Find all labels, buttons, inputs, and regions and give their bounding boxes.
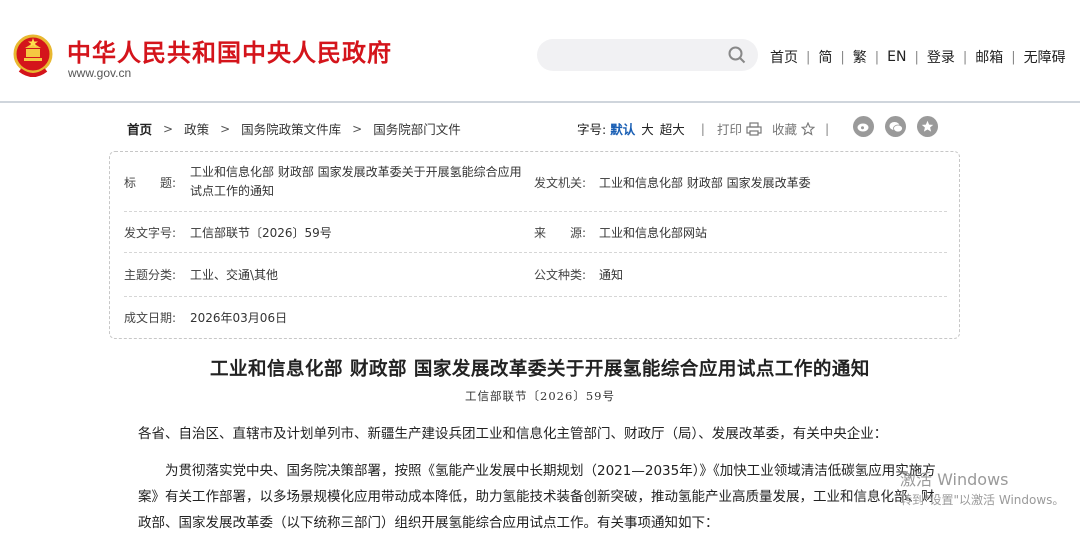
- info-docno-label: 发文字号:: [124, 226, 177, 240]
- windows-activation-watermark: 激活 Windows 转到"设置"以激活 Windows。: [900, 470, 1064, 510]
- document-info-box: 标 题: 工业和信息化部 财政部 国家发展改革委关于开展氢能综合应用 试点工作的…: [109, 151, 960, 339]
- info-docno-value: 工信部联节〔2026〕59号: [190, 226, 332, 240]
- national-emblem-icon[interactable]: [12, 34, 54, 78]
- info-topic-value: 工业、交通\其他: [190, 268, 279, 282]
- watermark-line2: 转到"设置"以激活 Windows。: [900, 493, 1065, 507]
- info-issuer-label: 发文机关:: [534, 176, 587, 190]
- info-doctype-label: 公文种类:: [534, 268, 587, 282]
- nav-separator: |: [962, 49, 968, 65]
- share-bar: [853, 116, 938, 137]
- breadcrumb: 首页 > 政策 > 国务院政策文件库 > 国务院部门文件: [127, 119, 461, 138]
- info-row-topic: 主题分类: 工业、交通\其他 公文种类: 通知: [124, 253, 947, 297]
- info-date-value: 2026年03月06日: [190, 311, 288, 325]
- info-issuer-value: 工业和信息化部 财政部 国家发展改革委: [599, 176, 811, 190]
- breadcrumb-department-docs[interactable]: 国务院部门文件: [373, 119, 461, 138]
- info-date-label: 成文日期:: [124, 311, 177, 325]
- chevron-right-icon: >: [220, 121, 231, 136]
- info-title-value-line1: 工业和信息化部 财政部 国家发展改革委关于开展氢能综合应用: [190, 165, 522, 179]
- nav-english[interactable]: EN: [887, 49, 906, 65]
- nav-home[interactable]: 首页: [770, 47, 798, 67]
- font-size-default[interactable]: 默认: [610, 119, 635, 138]
- nav-accessibility[interactable]: 无障碍: [1024, 47, 1066, 67]
- favorite-button[interactable]: 收藏: [772, 119, 797, 138]
- nav-separator: |: [806, 49, 811, 65]
- top-nav: 首页 | 简 | 繁 | EN | 登录 | 邮箱 | 无障碍: [770, 47, 1066, 67]
- nav-login[interactable]: 登录: [927, 47, 955, 67]
- weibo-icon[interactable]: [853, 116, 874, 137]
- nav-simplified[interactable]: 简: [818, 47, 832, 67]
- chevron-right-icon: >: [352, 121, 363, 136]
- star-icon[interactable]: [917, 116, 938, 137]
- info-title-value-line2: 试点工作的通知: [190, 184, 275, 198]
- nav-separator: |: [1011, 49, 1016, 65]
- font-size-large[interactable]: 大: [641, 119, 654, 138]
- nav-traditional[interactable]: 繁: [853, 47, 867, 67]
- star-outline-icon[interactable]: [801, 121, 816, 136]
- nav-separator: |: [840, 49, 845, 65]
- tools-separator: |: [825, 121, 830, 136]
- info-row-docno: 发文字号: 工信部联节〔2026〕59号 来 源: 工业和信息化部网站: [124, 212, 947, 253]
- search-input[interactable]: [537, 39, 758, 71]
- watermark-line1: 激活 Windows: [900, 470, 1009, 489]
- info-source-label: 来 源:: [534, 226, 587, 240]
- info-topic-label: 主题分类:: [124, 268, 177, 282]
- font-size-label: 字号:: [577, 122, 607, 137]
- breadcrumb-policy-library[interactable]: 国务院政策文件库: [241, 119, 341, 138]
- info-source-value: 工业和信息化部网站: [599, 226, 708, 240]
- chevron-right-icon: >: [163, 121, 174, 136]
- info-doctype-value: 通知: [599, 268, 624, 282]
- breadcrumb-home[interactable]: 首页: [127, 119, 152, 138]
- nav-separator: |: [914, 49, 919, 65]
- site-url[interactable]: www.gov.cn: [68, 66, 131, 80]
- info-row-title: 标 题: 工业和信息化部 财政部 国家发展改革委关于开展氢能综合应用 试点工作的…: [124, 152, 947, 212]
- wechat-icon[interactable]: [885, 116, 906, 137]
- nav-separator: |: [874, 49, 880, 65]
- site-header: 中华人民共和国中央人民政府 www.gov.cn 首页 | 简 | 繁 | EN…: [0, 0, 1080, 103]
- breadcrumb-policy[interactable]: 政策: [184, 119, 209, 138]
- info-title-label: 标 题:: [124, 176, 177, 190]
- info-row-date: 成文日期: 2026年03月06日: [124, 297, 947, 339]
- article-title: 工业和信息化部 财政部 国家发展改革委关于开展氢能综合应用试点工作的通知: [210, 359, 870, 380]
- print-button[interactable]: 打印: [717, 119, 742, 138]
- search-icon[interactable]: [728, 46, 746, 64]
- article-paragraph-2: 为贯彻落实党中央、国务院决策部署，按照《氢能产业发展中长期规划（2021—203…: [138, 463, 936, 531]
- site-title[interactable]: 中华人民共和国中央人民政府: [67, 33, 392, 68]
- printer-icon[interactable]: [746, 121, 762, 136]
- tools-separator: |: [700, 121, 705, 136]
- font-size-xlarge[interactable]: 超大: [660, 119, 685, 138]
- article-tools: 字号: 默认 大 超大 | 打印 收藏 |: [577, 119, 841, 138]
- article-doc-number: 工信部联节〔2026〕59号: [465, 389, 615, 403]
- article-paragraph-1: 各省、自治区、直辖市及计划单列市、新疆生产建设兵团工业和信息化主管部门、财政厅（…: [138, 426, 888, 442]
- nav-mailbox[interactable]: 邮箱: [975, 47, 1003, 67]
